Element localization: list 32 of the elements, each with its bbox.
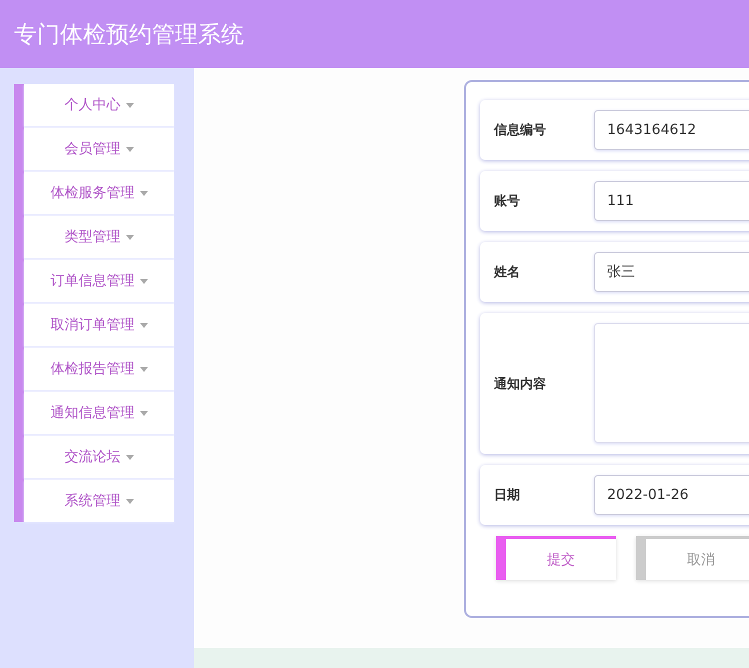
sidebar-item[interactable]: 系统管理 xyxy=(24,480,174,522)
sidebar-item[interactable]: 体检报告管理 xyxy=(24,348,174,390)
sidebar-item[interactable]: 取消订单管理 xyxy=(24,304,174,346)
caret-icon xyxy=(126,234,134,240)
sidebar-item[interactable]: 通知信息管理 xyxy=(24,392,174,434)
caret-icon xyxy=(140,278,148,284)
field-label: 信息编号 xyxy=(494,122,547,139)
sidebar-item[interactable]: 体检服务管理 xyxy=(24,172,174,214)
caret-icon xyxy=(140,410,148,416)
sidebar-item[interactable]: 订单信息管理 xyxy=(24,260,174,302)
input-field[interactable]: 111 xyxy=(594,181,749,221)
caret-icon xyxy=(140,366,148,372)
submit-button[interactable]: 提交 xyxy=(496,536,616,580)
field-label: 日期 xyxy=(494,487,521,504)
caret-icon xyxy=(126,498,134,504)
caret-icon xyxy=(126,454,134,460)
input-field[interactable]: 2022-01-26 xyxy=(594,475,749,515)
caret-icon xyxy=(140,322,148,328)
caret-icon xyxy=(126,146,134,152)
caret-icon xyxy=(126,102,134,108)
sidebar-item[interactable]: 个人中心 xyxy=(24,84,174,126)
input-field[interactable]: 张三 xyxy=(594,252,749,292)
sidebar-item[interactable]: 交流论坛 xyxy=(24,436,174,478)
input-field[interactable]: 1643164612 xyxy=(594,110,749,150)
field-label: 账号 xyxy=(494,193,521,210)
field-label: 通知内容 xyxy=(494,376,547,393)
app-title: 专门体检预约管理系统 xyxy=(14,20,244,50)
field-label: 姓名 xyxy=(494,264,521,281)
cancel-button[interactable]: 取消 xyxy=(636,536,749,580)
sidebar-item[interactable]: 类型管理 xyxy=(24,216,174,258)
caret-icon xyxy=(140,190,148,196)
sidebar-item[interactable]: 会员管理 xyxy=(24,128,174,170)
